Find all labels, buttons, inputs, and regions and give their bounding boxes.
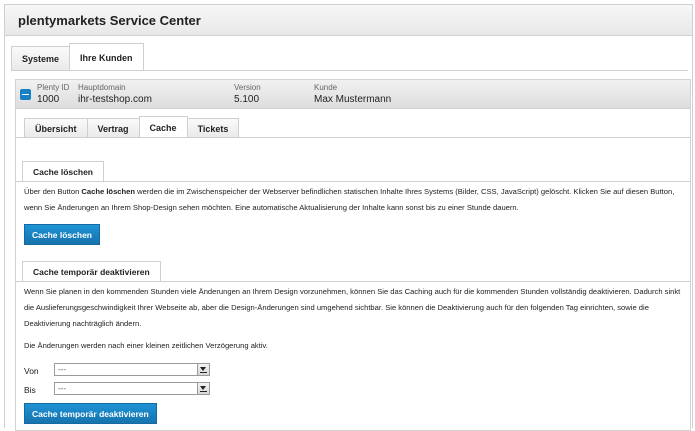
customer-header-row[interactable]: Plenty ID 1000 Hauptdomain ihr-testshop.…: [16, 80, 690, 109]
app-title: plentymarkets Service Center: [18, 13, 201, 28]
from-select-value: ---: [58, 365, 66, 374]
customer-label: Kunde: [314, 83, 338, 92]
to-select-value: ---: [58, 384, 66, 393]
to-select[interactable]: ---: [54, 382, 210, 395]
cache-disable-description: Wenn Sie planen in den kommenden Stunden…: [24, 287, 681, 328]
sub-tabs-divider: [16, 137, 690, 138]
to-label: Bis: [24, 385, 36, 395]
cache-clear-section-title: Cache löschen: [22, 161, 104, 182]
from-select[interactable]: ---: [54, 363, 210, 376]
domain-column: Hauptdomain ihr-testshop.com: [78, 83, 152, 106]
customer-column: Kunde Max Mustermann: [314, 83, 391, 106]
from-label: Von: [24, 366, 39, 376]
customer-panel: Plenty ID 1000 Hauptdomain ihr-testshop.…: [15, 79, 691, 431]
cache-disable-note: Die Änderungen werden nach einer kleinen…: [24, 341, 268, 350]
cache-disable-section-title: Cache temporär deaktivieren: [22, 261, 161, 282]
cache-clear-text-before: Über den Button: [24, 187, 82, 196]
chevron-down-icon[interactable]: [197, 364, 209, 375]
cache-clear-divider: [16, 181, 690, 182]
version-label: Version: [234, 83, 261, 92]
plenty-id-label: Plenty ID: [37, 83, 70, 92]
customer-sub-tabs: Übersicht Vertrag Cache Tickets: [24, 116, 240, 138]
tab-ihre-kunden[interactable]: Ihre Kunden: [69, 43, 144, 71]
cache-clear-text-bold: Cache löschen: [81, 187, 136, 196]
chevron-down-icon[interactable]: [197, 383, 209, 394]
tab-uebersicht[interactable]: Übersicht: [24, 118, 88, 138]
cache-clear-description: Über den Button Cache löschen werden die…: [24, 184, 684, 216]
plenty-id-column: Plenty ID 1000: [37, 83, 69, 106]
tab-vertrag[interactable]: Vertrag: [86, 118, 140, 138]
service-center-window: plentymarkets Service Center Systeme Ihre…: [4, 4, 693, 431]
cache-clear-button[interactable]: Cache löschen: [24, 224, 100, 245]
domain-label: Hauptdomain: [78, 83, 126, 92]
version-value: 5.100: [234, 94, 260, 105]
main-tabs-divider: [11, 70, 688, 71]
main-tabs: Systeme Ihre Kunden: [11, 43, 144, 71]
tab-cache[interactable]: Cache: [138, 116, 188, 138]
tab-systeme[interactable]: Systeme: [11, 46, 71, 71]
version-column: Version 5.100: [234, 83, 261, 106]
plenty-id-value: 1000: [37, 94, 60, 105]
cache-disable-divider: [16, 281, 690, 282]
collapse-minus-icon[interactable]: [20, 89, 31, 100]
domain-value: ihr-testshop.com: [78, 94, 152, 105]
tab-tickets[interactable]: Tickets: [186, 118, 240, 138]
cache-disable-button[interactable]: Cache temporär deaktivieren: [24, 403, 157, 424]
customer-name-value: Max Mustermann: [314, 94, 392, 105]
